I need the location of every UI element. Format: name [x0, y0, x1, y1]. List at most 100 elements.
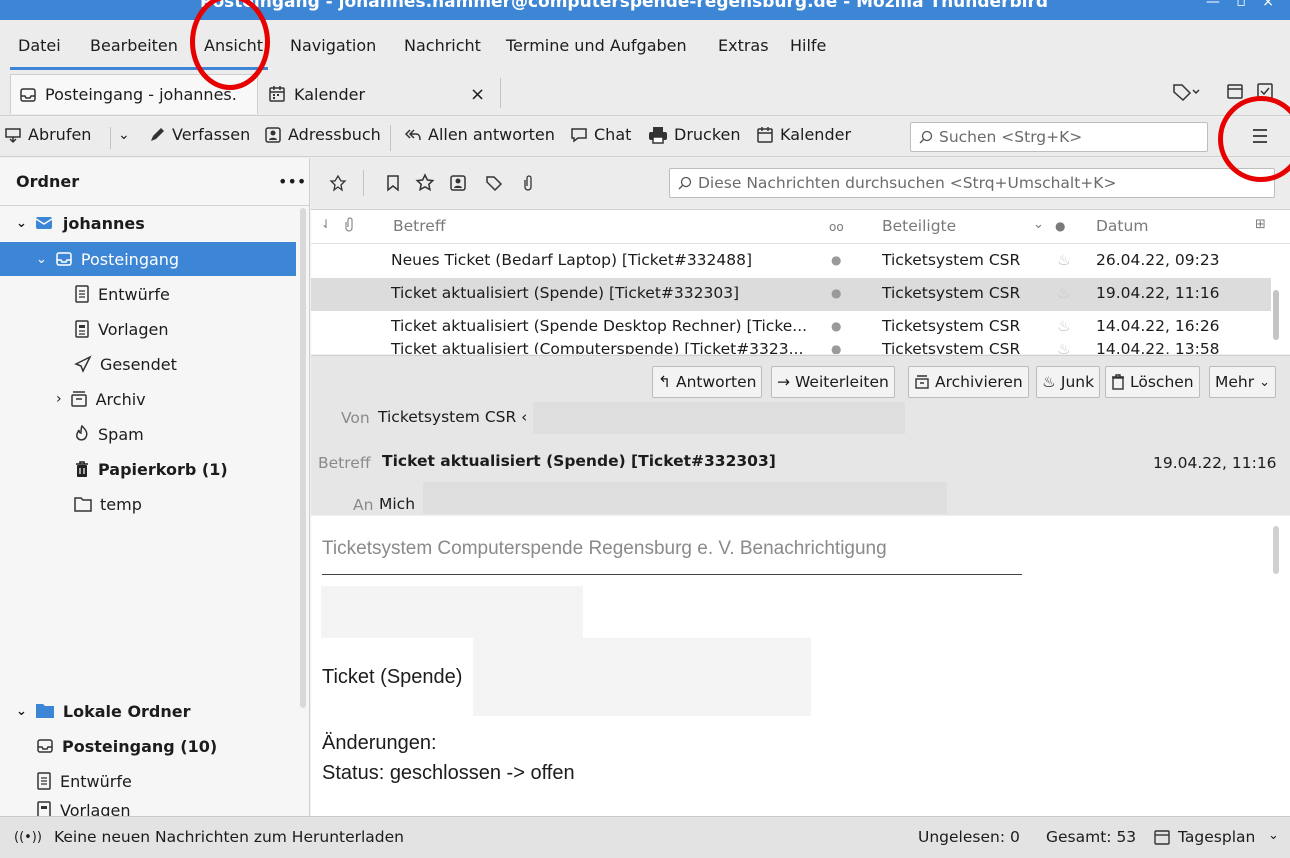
- connection-icon[interactable]: ((•)): [14, 830, 42, 845]
- window-controls[interactable]: — ▫ ×: [1206, 0, 1280, 10]
- archive-icon: [70, 390, 88, 408]
- today-pane-toggle[interactable]: Tagesplan: [1178, 828, 1255, 846]
- chat-button[interactable]: Chat: [570, 125, 631, 144]
- local-folder-entwuerfe[interactable]: Entwürfe: [0, 764, 296, 798]
- menu-hilfe[interactable]: Hilfe: [790, 36, 826, 55]
- unread-count: Ungelesen: 0: [918, 828, 1020, 846]
- account-johannes[interactable]: ⌄ johannes: [0, 206, 296, 240]
- archive-button[interactable]: Archivieren: [908, 366, 1029, 398]
- spam-icon[interactable]: ♨: [1057, 284, 1071, 302]
- body-scrollbar[interactable]: [1273, 526, 1279, 574]
- folder-papierkorb[interactable]: Papierkorb (1): [0, 452, 296, 486]
- column-picker-icon[interactable]: ⊞: [1255, 217, 1266, 232]
- tag-filter-icon[interactable]: [485, 174, 503, 192]
- global-search-input[interactable]: Suchen <Strg+K>: [910, 122, 1208, 152]
- chevron-down-icon[interactable]: ⌄: [1033, 217, 1044, 232]
- message-header-pane: ↰ Antworten → Weiterleiten Archivieren ♨…: [311, 355, 1290, 515]
- delete-button[interactable]: Löschen: [1105, 366, 1200, 398]
- templates-icon: [36, 801, 52, 816]
- table-row[interactable]: Ticket aktualisiert (Spende) [Ticket#332…: [311, 278, 1271, 311]
- print-button[interactable]: Drucken: [648, 125, 741, 144]
- chevron-down-icon: ⌄: [16, 215, 27, 231]
- message-list-scrollbar[interactable]: [1273, 290, 1279, 340]
- more-button[interactable]: Mehr ⌄: [1209, 366, 1277, 398]
- trash-icon: [1111, 374, 1125, 390]
- to-value[interactable]: Mich: [379, 495, 415, 513]
- folder-pane-scrollbar[interactable]: [300, 208, 306, 708]
- read-status-icon[interactable]: ●: [831, 319, 841, 333]
- read-status-icon[interactable]: ●: [831, 253, 841, 267]
- date-value: 19.04.22, 11:16: [1153, 454, 1277, 472]
- get-messages-button[interactable]: Abrufen: [4, 125, 91, 144]
- folder-gesendet[interactable]: Gesendet: [0, 347, 296, 381]
- divider: [322, 574, 1022, 575]
- body-heading: Ticketsystem Computerspende Regensburg e…: [322, 538, 887, 559]
- menu-nachricht[interactable]: Nachricht: [404, 36, 481, 55]
- chevron-down-icon[interactable]: ⌄: [118, 127, 130, 143]
- table-row[interactable]: Ticket aktualisiert (Computerspende) [Ti…: [311, 334, 1271, 354]
- attachment-column-icon[interactable]: [343, 217, 355, 233]
- read-status-icon[interactable]: ●: [831, 342, 841, 354]
- redacted-area: [321, 586, 583, 638]
- spam-icon[interactable]: ♨: [1057, 251, 1071, 269]
- account-local-folders[interactable]: ⌄ Lokale Ordner: [0, 694, 296, 728]
- quick-filter-input[interactable]: Diese Nachrichten durchsuchen <Strq+Umsc…: [669, 168, 1275, 198]
- status-bar: ((•)) Keine neuen Nachrichten zum Herunt…: [0, 816, 1290, 858]
- pin-icon[interactable]: [329, 174, 347, 192]
- reply-button[interactable]: ↰ Antworten: [652, 366, 763, 398]
- spam-icon[interactable]: ♨: [1057, 317, 1071, 335]
- folder-posteingang[interactable]: ⌄ Posteingang: [0, 242, 296, 276]
- chevron-down-icon: ⌄: [1259, 374, 1271, 390]
- redacted-area: [533, 402, 905, 434]
- folder-pane-header: Ordner •••: [0, 158, 310, 206]
- menu-extras[interactable]: Extras: [718, 36, 769, 55]
- column-subject[interactable]: Betreff: [393, 217, 446, 235]
- close-icon[interactable]: ×: [470, 84, 485, 105]
- menu-termine[interactable]: Termine und Aufgaben: [506, 36, 687, 55]
- compose-button[interactable]: Verfassen: [148, 125, 250, 144]
- address-book-button[interactable]: Adressbuch: [264, 125, 381, 144]
- calendar-icon[interactable]: [1226, 82, 1244, 100]
- window-title: Posteingang - johannes.hammer@computersp…: [200, 0, 1049, 12]
- inbox-icon: [19, 86, 37, 104]
- star-filter-icon[interactable]: [415, 173, 435, 193]
- tag-icon[interactable]: [1172, 82, 1202, 102]
- folder-spam[interactable]: Spam: [0, 417, 296, 451]
- body-status-line: Status: geschlossen -> offen: [322, 762, 575, 784]
- column-correspondents[interactable]: Beteiligte: [882, 217, 956, 235]
- menu-bearbeiten[interactable]: Bearbeiten: [90, 36, 178, 55]
- folder-temp[interactable]: temp: [0, 487, 296, 521]
- thread-column-icon[interactable]: ⇃: [321, 217, 331, 231]
- folder-pane-title: Ordner: [16, 172, 80, 191]
- total-count: Gesamt: 53: [1046, 828, 1137, 846]
- title-bar: Posteingang - johannes.hammer@computersp…: [0, 0, 1290, 20]
- from-value[interactable]: Ticketsystem CSR ‹: [378, 408, 527, 426]
- table-row[interactable]: Neues Ticket (Bedarf Laptop) [Ticket#332…: [311, 245, 1271, 278]
- folder-entwuerfe[interactable]: Entwürfe: [0, 277, 296, 311]
- spam-icon[interactable]: ♨: [1057, 340, 1071, 354]
- contact-filter-icon[interactable]: [449, 174, 467, 192]
- calendar-button[interactable]: Kalender: [756, 125, 851, 144]
- chevron-down-icon: ⌄: [16, 703, 27, 719]
- local-folder-posteingang[interactable]: Posteingang (10): [0, 729, 296, 763]
- junk-button[interactable]: ♨ Junk: [1036, 366, 1101, 398]
- tab-calendar[interactable]: Kalender ×: [268, 74, 498, 114]
- attachment-filter-icon[interactable]: [521, 174, 535, 192]
- read-status-icon[interactable]: ●: [831, 286, 841, 300]
- column-date[interactable]: Datum: [1096, 217, 1148, 235]
- read-column-icon[interactable]: oo: [829, 220, 844, 234]
- main-toolbar: Abrufen ⌄ Verfassen Adressbuch Allen ant…: [0, 117, 1290, 157]
- folder-vorlagen[interactable]: Vorlagen: [0, 312, 296, 346]
- menu-navigation[interactable]: Navigation: [290, 36, 376, 55]
- folder-icon: [74, 496, 92, 512]
- chevron-down-icon[interactable]: ⌄: [1268, 828, 1279, 843]
- local-folder-vorlagen[interactable]: Vorlagen: [0, 799, 296, 816]
- message-body: Ticketsystem Computerspende Regensburg e…: [311, 516, 1290, 816]
- menu-datei[interactable]: Datei: [18, 36, 61, 55]
- reply-all-button[interactable]: Allen antworten: [404, 125, 555, 144]
- more-options-icon[interactable]: •••: [278, 172, 306, 191]
- junk-column-icon[interactable]: ●: [1055, 219, 1065, 233]
- forward-button[interactable]: → Weiterleiten: [771, 366, 895, 398]
- folder-archiv[interactable]: › Archiv: [0, 382, 296, 416]
- unread-filter-icon[interactable]: [385, 174, 401, 192]
